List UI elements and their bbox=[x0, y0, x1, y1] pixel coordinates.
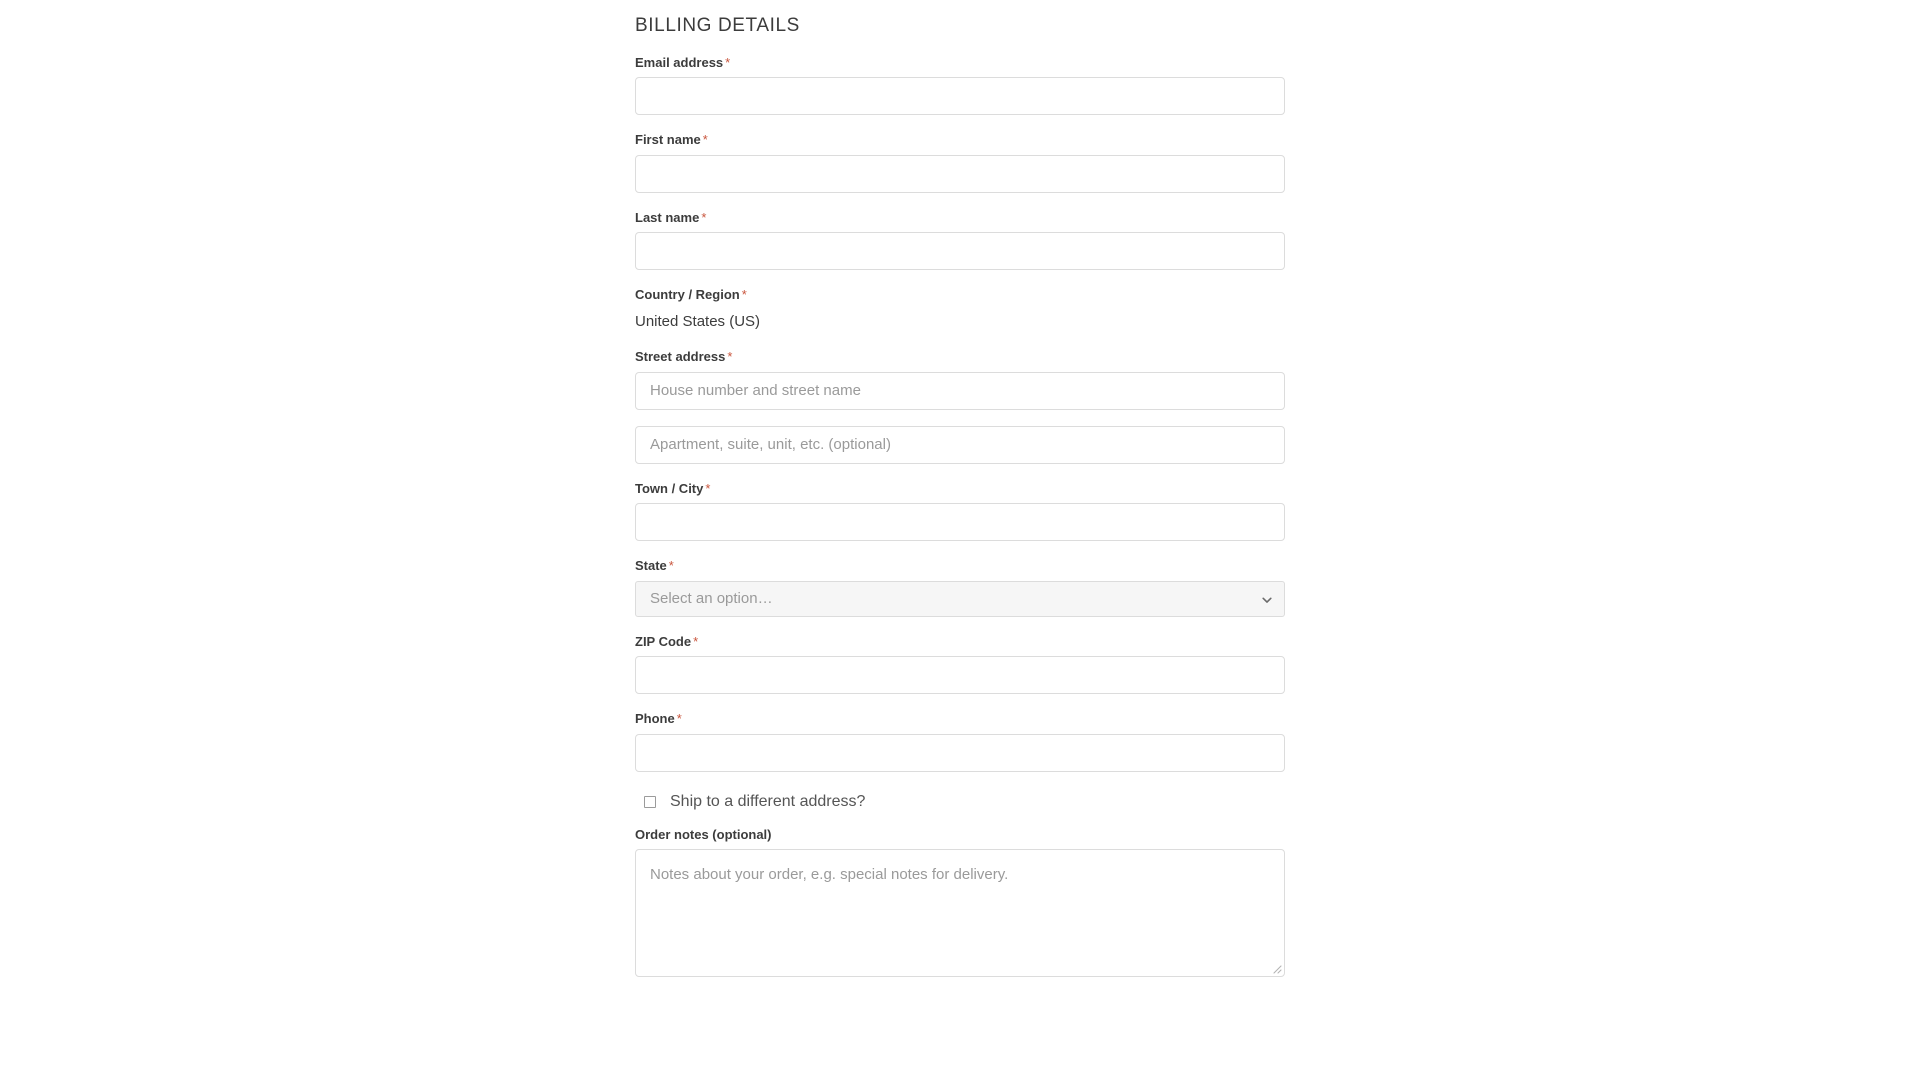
last-name-field[interactable] bbox=[635, 232, 1285, 271]
field-label-text: First name bbox=[635, 132, 701, 148]
first-name-field[interactable] bbox=[635, 154, 1285, 193]
field-label-text: Street address bbox=[635, 348, 726, 364]
field-label-text: Town / City bbox=[635, 480, 704, 496]
state-select-value: Select an option… bbox=[650, 590, 773, 608]
required-marker: * bbox=[676, 711, 682, 727]
checkout-page: BILLING DETAILS Email address * First nam… bbox=[0, 0, 1920, 1080]
field-address-line-2 bbox=[635, 425, 1285, 464]
field-label-zip-code: ZIP Code * bbox=[635, 633, 1285, 651]
town-city-field[interactable] bbox=[635, 503, 1285, 542]
order-notes-wrap bbox=[635, 849, 1285, 978]
required-marker: * bbox=[701, 209, 707, 225]
ship-different-address-checkbox[interactable] bbox=[644, 795, 656, 808]
field-order-notes: Order notes (optional) bbox=[635, 826, 1285, 978]
field-country-region: Country / Region * United States (US) bbox=[635, 286, 1285, 332]
field-label-first-name: First name * bbox=[635, 131, 1285, 149]
field-zip-code: ZIP Code * bbox=[635, 633, 1285, 695]
ship-different-address-row[interactable]: Ship to a different address? bbox=[635, 793, 1285, 810]
required-marker: * bbox=[725, 54, 731, 70]
state-select[interactable]: Select an option… bbox=[635, 580, 1285, 617]
field-last-name: Last name * bbox=[635, 209, 1285, 271]
address-line-2-field[interactable] bbox=[635, 425, 1285, 464]
field-label-order-notes: Order notes (optional) bbox=[635, 826, 772, 842]
field-email: Email address * bbox=[635, 54, 1285, 116]
required-marker: * bbox=[705, 480, 711, 496]
order-notes-textarea[interactable] bbox=[635, 849, 1285, 978]
field-label-email: Email address * bbox=[635, 54, 1285, 72]
street-address-field[interactable] bbox=[635, 371, 1285, 410]
ship-different-address-label[interactable]: Ship to a different address? bbox=[670, 793, 865, 810]
required-marker: * bbox=[741, 287, 747, 303]
field-label-text: State bbox=[635, 558, 667, 574]
field-state: State * Select an option… bbox=[635, 557, 1285, 617]
billing-details-form: BILLING DETAILS Email address * First nam… bbox=[635, 0, 1285, 978]
field-label-country-region: Country / Region * bbox=[635, 286, 1285, 304]
email-field[interactable] bbox=[635, 77, 1285, 116]
state-select-wrap: Select an option… bbox=[635, 580, 1285, 617]
zip-code-field[interactable] bbox=[635, 656, 1285, 695]
field-town-city: Town / City * bbox=[635, 480, 1285, 542]
field-label-text: Phone bbox=[635, 711, 675, 727]
phone-field[interactable] bbox=[635, 733, 1285, 772]
required-marker: * bbox=[727, 348, 733, 364]
field-first-name: First name * bbox=[635, 131, 1285, 193]
field-street-address: Street address * bbox=[635, 348, 1285, 410]
field-label-text: Email address bbox=[635, 54, 724, 70]
field-phone: Phone * bbox=[635, 710, 1285, 772]
field-label-town-city: Town / City * bbox=[635, 480, 1285, 498]
field-label-street-address: Street address * bbox=[635, 348, 1285, 366]
required-marker: * bbox=[668, 558, 674, 574]
field-label-state: State * bbox=[635, 557, 1285, 575]
field-label-text: Last name bbox=[635, 209, 700, 225]
field-label-last-name: Last name * bbox=[635, 209, 1285, 227]
field-label-phone: Phone * bbox=[635, 710, 1285, 728]
page-title: BILLING DETAILS bbox=[635, 15, 800, 36]
required-marker: * bbox=[702, 132, 708, 148]
field-label-text: ZIP Code bbox=[635, 633, 692, 649]
country-region-value: United States (US) bbox=[635, 312, 761, 330]
required-marker: * bbox=[693, 633, 699, 649]
field-label-text: Country / Region bbox=[635, 287, 740, 303]
